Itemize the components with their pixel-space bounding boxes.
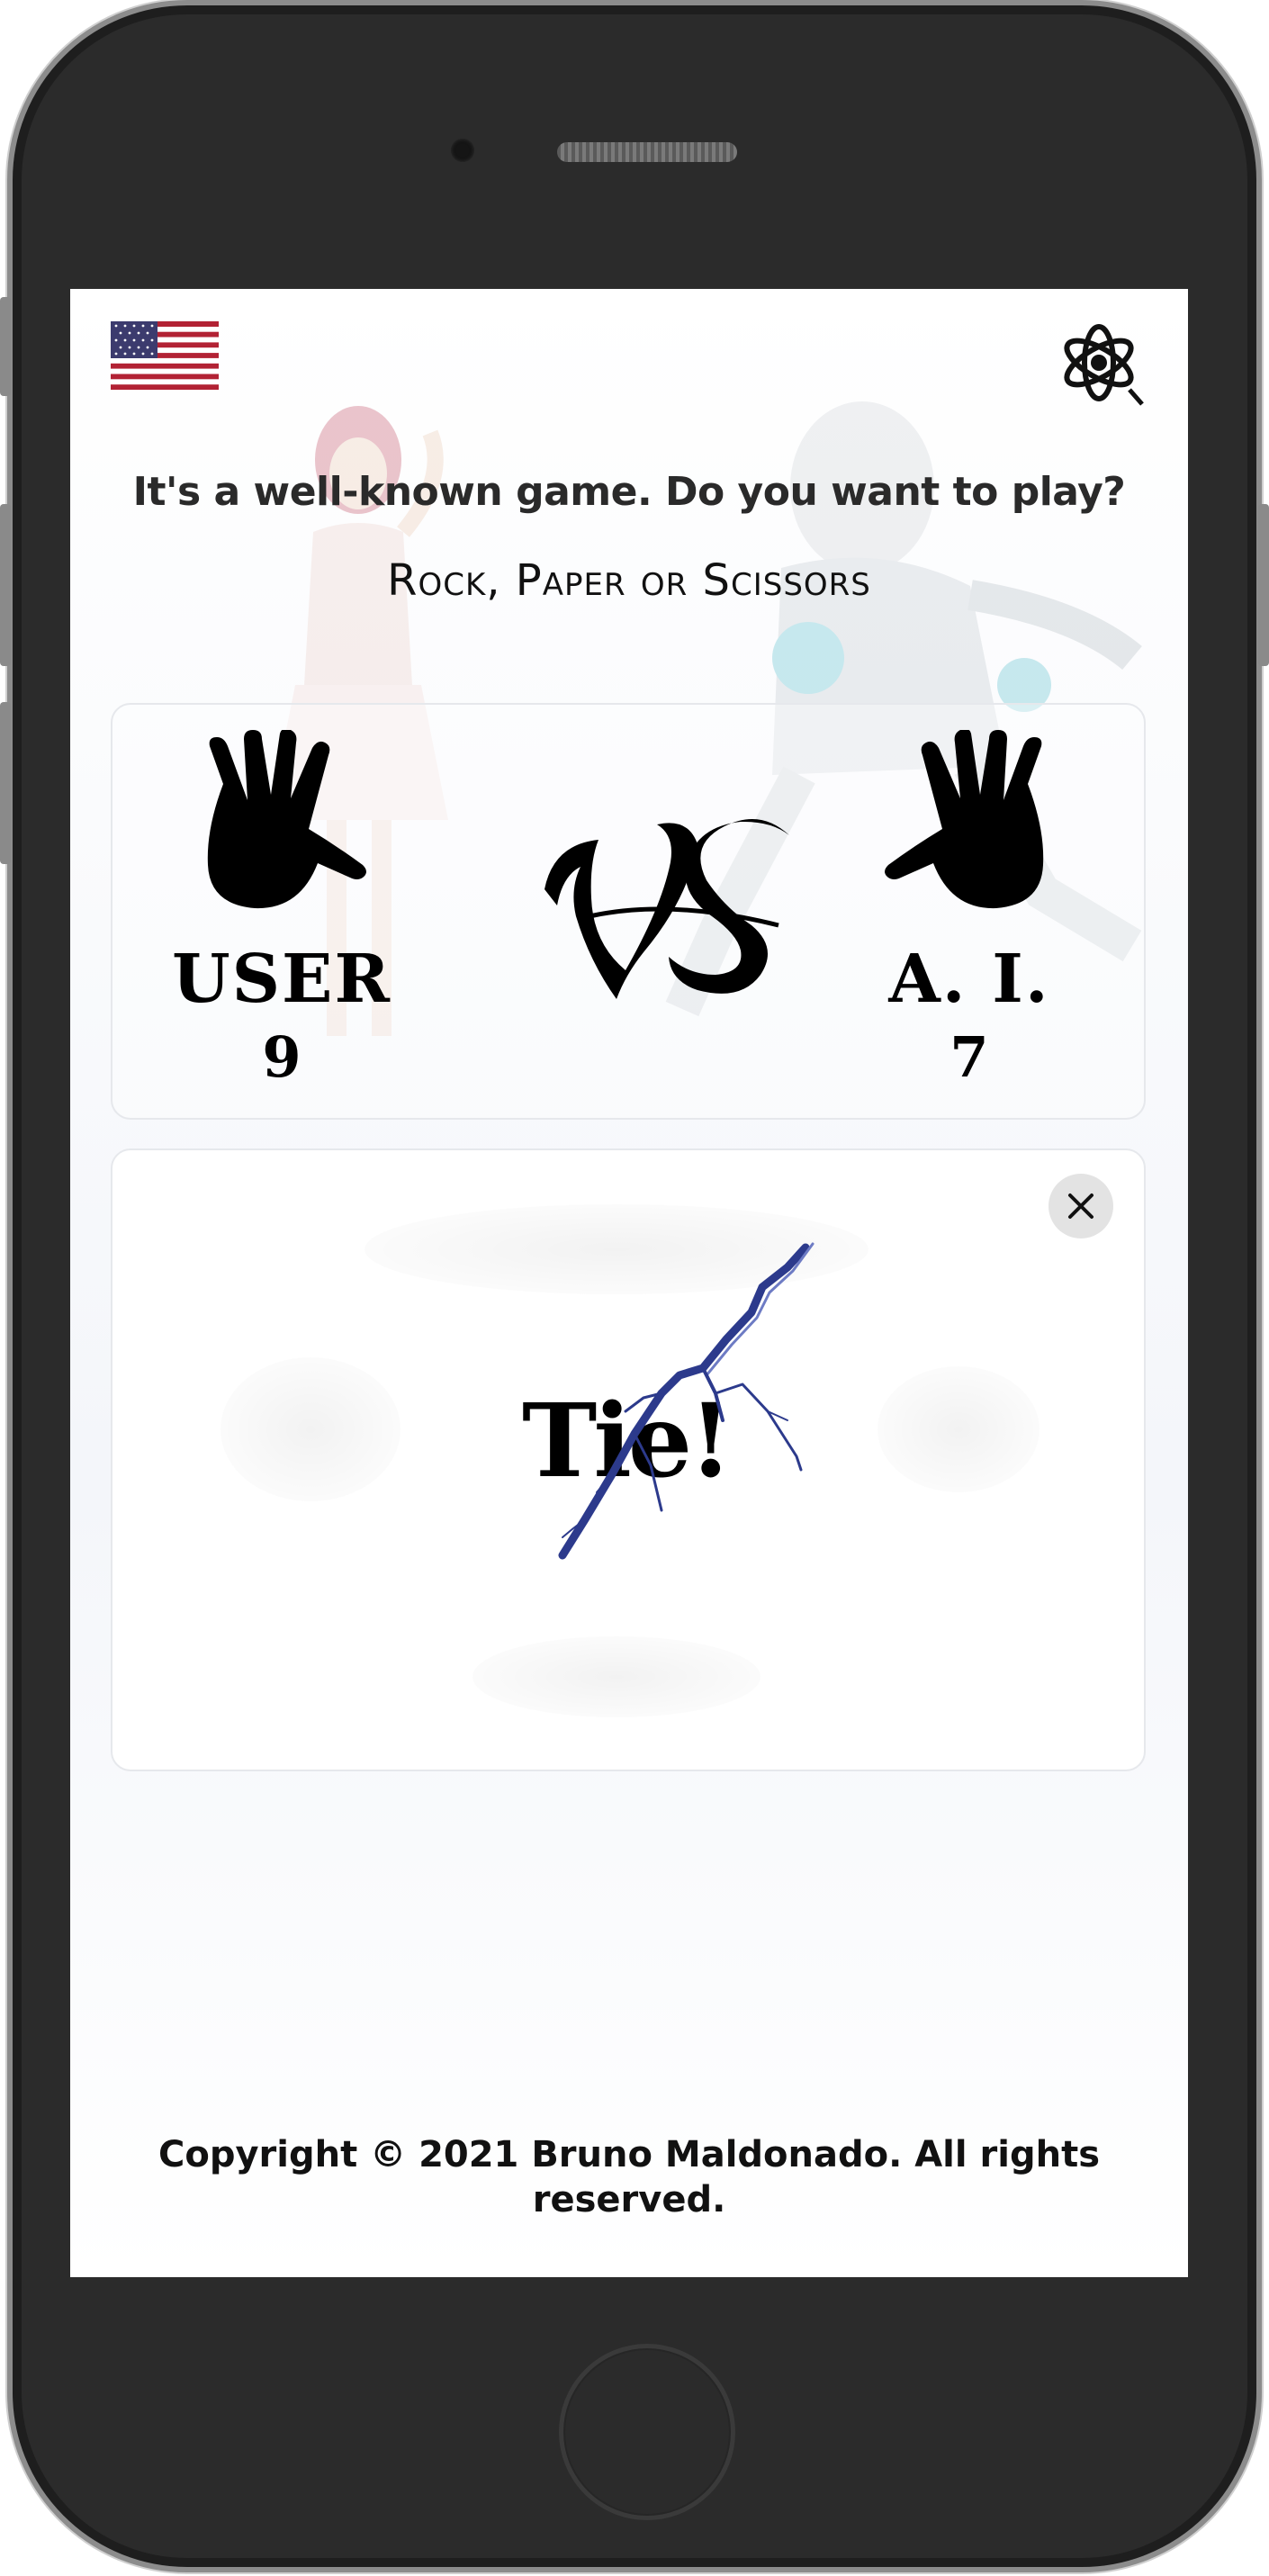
ai-score: 7 [950,1024,989,1090]
vs-gothic-icon [544,819,789,999]
app-screen: It's a well-known game. Do you want to p… [70,289,1188,2277]
user-choice-open-hand-icon [207,730,366,909]
close-button[interactable] [1048,1174,1113,1238]
decorative-smudge [220,1357,400,1501]
front-camera [451,139,474,162]
user-label: USER [172,941,392,1018]
lightning-bolt-icon [558,1242,814,1560]
headline-text: It's a well-known game. Do you want to p… [132,469,1126,515]
earpiece-speaker [557,142,737,162]
user-score: 9 [262,1024,302,1090]
ai-choice-open-hand-icon [885,730,1044,909]
volume-down-button [0,702,11,864]
volume-up-button [0,504,11,666]
close-icon [1068,1193,1094,1219]
game-title: Rock, Paper or Scissors [387,555,871,606]
power-button [1258,504,1269,666]
atom-logo-icon[interactable] [1054,318,1144,408]
mute-switch [0,297,11,396]
scoreboard-card: USER 9 A. I. 7 [111,703,1146,1120]
home-button[interactable] [559,2344,735,2520]
decorative-smudge [878,1366,1040,1492]
decorative-smudge [472,1636,760,1717]
language-flag-us-icon[interactable] [111,321,219,390]
ai-label: A. I. [888,941,1050,1018]
copyright-footer: Copyright © 2021 Bruno Maldonado. All ri… [158,2134,1100,2220]
result-card: Tie! [111,1148,1146,1771]
